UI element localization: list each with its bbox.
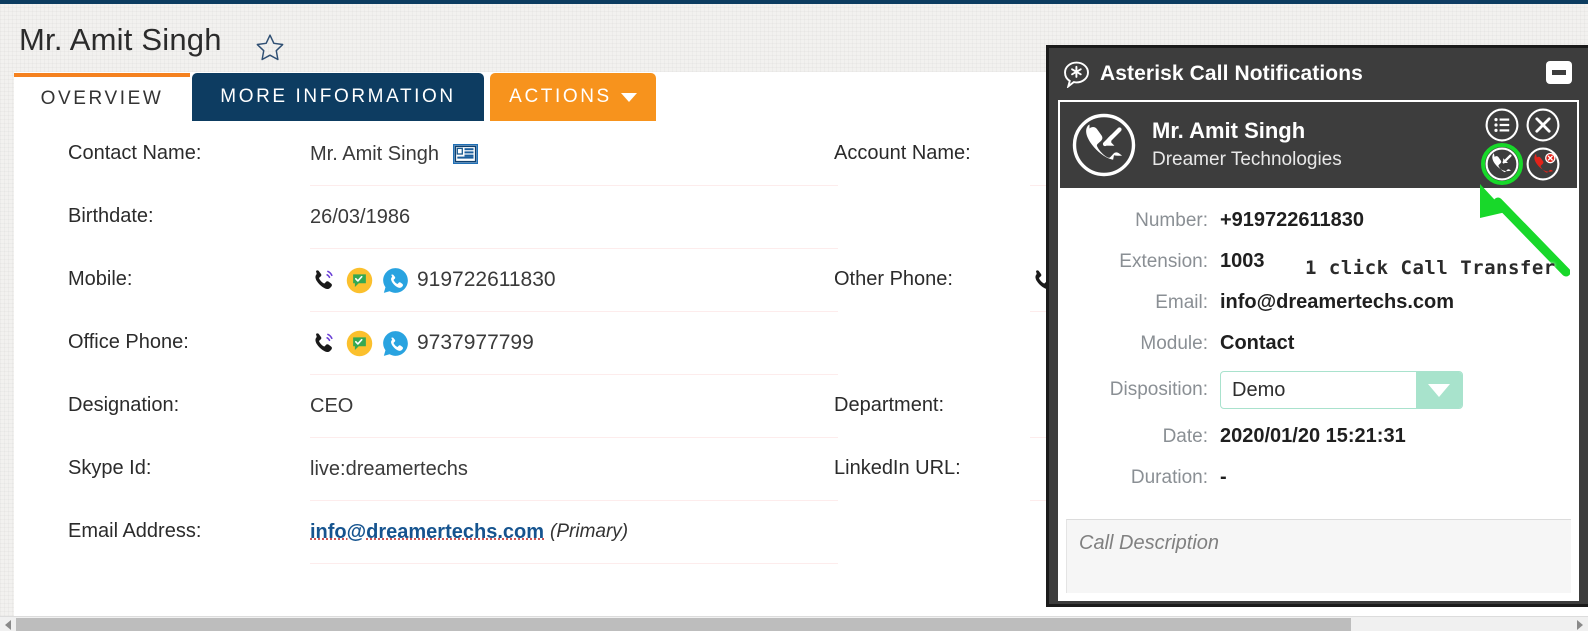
field-value: 1003 xyxy=(1220,250,1265,273)
tab-overview-label: OVERVIEW xyxy=(41,88,164,110)
field-label: Other Phone: xyxy=(834,268,953,291)
left-texture-gutter xyxy=(0,72,14,616)
scroll-left-arrow-icon[interactable] xyxy=(0,617,16,631)
field-label: Date: xyxy=(1060,426,1220,448)
field-value-wrap[interactable]: 26/03/1986 xyxy=(310,186,838,249)
call-description-placeholder: Call Description xyxy=(1079,532,1571,555)
call-field-date: Date: 2020/01/20 15:21:31 xyxy=(1060,416,1577,457)
field-value-wrap[interactable]: 9737977799 xyxy=(310,312,838,375)
field-value: 9737977799 xyxy=(417,331,534,355)
horizontal-scrollbar-thumb[interactable] xyxy=(16,618,1351,631)
field-value: 919722611830 xyxy=(417,268,556,292)
field-value: Contact xyxy=(1220,332,1294,355)
field-label: Birthdate: xyxy=(68,205,154,228)
asterisk-logo-icon xyxy=(1063,61,1090,88)
field-value: - xyxy=(1220,466,1227,489)
field-label: Number: xyxy=(1060,210,1220,232)
field-label: LinkedIn URL: xyxy=(834,457,961,480)
field-skype-id: Skype Id: live:dreamertechs xyxy=(68,438,838,501)
contact-card-icon[interactable] xyxy=(453,144,478,164)
field-value: +919722611830 xyxy=(1220,209,1364,232)
field-value-wrap[interactable]: CEO xyxy=(310,375,838,438)
annotation-label: 1 click Call Transfer xyxy=(1305,257,1556,279)
app-root: Mr. Amit Singh OVERVIEW MORE INFORMATION… xyxy=(0,0,1588,631)
email-link[interactable]: info@dreamertechs.com xyxy=(310,521,544,544)
field-value: live:dreamertechs xyxy=(310,458,468,481)
field-label: Module: xyxy=(1060,333,1220,355)
field-label: Account Name: xyxy=(834,142,971,165)
scroll-right-arrow-icon[interactable] xyxy=(1572,617,1588,631)
tab-more-information[interactable]: MORE INFORMATION xyxy=(192,73,484,121)
close-icon[interactable] xyxy=(1526,108,1560,142)
field-value: CEO xyxy=(310,395,353,418)
field-value: info@dreamertechs.com xyxy=(1220,291,1454,314)
caller-info: Mr. Amit Singh Dreamer Technologies xyxy=(1152,117,1342,172)
asterisk-call-notifications-panel: Asterisk Call Notifications Mr. Amit Sin… xyxy=(1046,45,1588,607)
field-label: Designation: xyxy=(68,394,179,417)
field-value-wrap[interactable]: 919722611830 xyxy=(310,249,838,312)
disposition-selected-value: Demo xyxy=(1221,372,1416,408)
detail-left-column: Contact Name: Mr. Amit Singh Birthda xyxy=(68,123,838,564)
chevron-down-icon xyxy=(621,93,637,102)
incoming-call-icon xyxy=(1072,113,1136,177)
field-label: Mobile: xyxy=(68,268,132,291)
field-email-address: Email Address: info@dreamertechs.com (Pr… xyxy=(68,501,838,564)
call-field-disposition: Disposition: Demo xyxy=(1060,364,1577,416)
panel-title: Asterisk Call Notifications xyxy=(1100,62,1363,86)
call-field-email: Email: info@dreamertechs.com xyxy=(1060,282,1577,323)
page-title: Mr. Amit Singh xyxy=(19,22,222,58)
tab-more-information-label: MORE INFORMATION xyxy=(220,86,455,108)
email-primary-note: (Primary) xyxy=(550,521,628,543)
call-description-textarea[interactable]: Call Description xyxy=(1066,519,1571,593)
field-value: 26/03/1986 xyxy=(310,206,410,229)
field-label: Extension: xyxy=(1060,251,1220,273)
minimize-icon[interactable] xyxy=(1546,61,1572,84)
caller-company: Dreamer Technologies xyxy=(1152,147,1342,173)
field-label: Office Phone: xyxy=(68,331,189,354)
call-field-module: Module: Contact xyxy=(1060,323,1577,364)
field-office-phone: Office Phone: xyxy=(68,312,838,375)
panel-header: Asterisk Call Notifications xyxy=(1049,48,1588,100)
field-designation: Designation: CEO xyxy=(68,375,838,438)
star-outline-icon[interactable] xyxy=(254,32,286,64)
field-label: Email: xyxy=(1060,292,1220,314)
field-value: 2020/01/20 15:21:31 xyxy=(1220,425,1406,448)
horizontal-scrollbar[interactable] xyxy=(0,616,1588,631)
field-label: Disposition: xyxy=(1060,379,1220,401)
dialer-phone-icon[interactable] xyxy=(310,267,337,294)
whatsapp-icon[interactable] xyxy=(382,267,409,294)
field-contact-name: Contact Name: Mr. Amit Singh xyxy=(68,123,838,186)
field-mobile: Mobile: xyxy=(68,249,838,312)
tab-actions[interactable]: ACTIONS xyxy=(490,73,656,121)
sms-chat-icon[interactable] xyxy=(346,330,373,357)
field-value: Mr. Amit Singh xyxy=(310,143,439,166)
tab-actions-label: ACTIONS xyxy=(509,86,612,108)
field-label: Email Address: xyxy=(68,520,201,543)
call-field-duration: Duration: - xyxy=(1060,457,1577,498)
dialer-phone-icon[interactable] xyxy=(310,330,337,357)
field-value-wrap[interactable]: info@dreamertechs.com (Primary) xyxy=(310,501,838,564)
field-value-wrap[interactable]: live:dreamertechs xyxy=(310,438,838,501)
field-label: Department: xyxy=(834,394,944,417)
field-label: Skype Id: xyxy=(68,457,151,480)
field-label: Duration: xyxy=(1060,467,1220,489)
sms-chat-icon[interactable] xyxy=(346,267,373,294)
disposition-select[interactable]: Demo xyxy=(1220,371,1463,409)
list-icon[interactable] xyxy=(1485,108,1519,142)
whatsapp-icon[interactable] xyxy=(382,330,409,357)
field-label: Contact Name: xyxy=(68,142,201,165)
tab-overview[interactable]: OVERVIEW xyxy=(14,73,190,121)
field-birthdate: Birthdate: 26/03/1986 xyxy=(68,186,838,249)
phone-action-icons xyxy=(310,330,409,357)
phone-action-icons xyxy=(310,267,409,294)
caller-name: Mr. Amit Singh xyxy=(1152,117,1342,145)
field-value-wrap[interactable]: Mr. Amit Singh xyxy=(310,123,838,186)
chevron-down-icon[interactable] xyxy=(1416,372,1462,408)
